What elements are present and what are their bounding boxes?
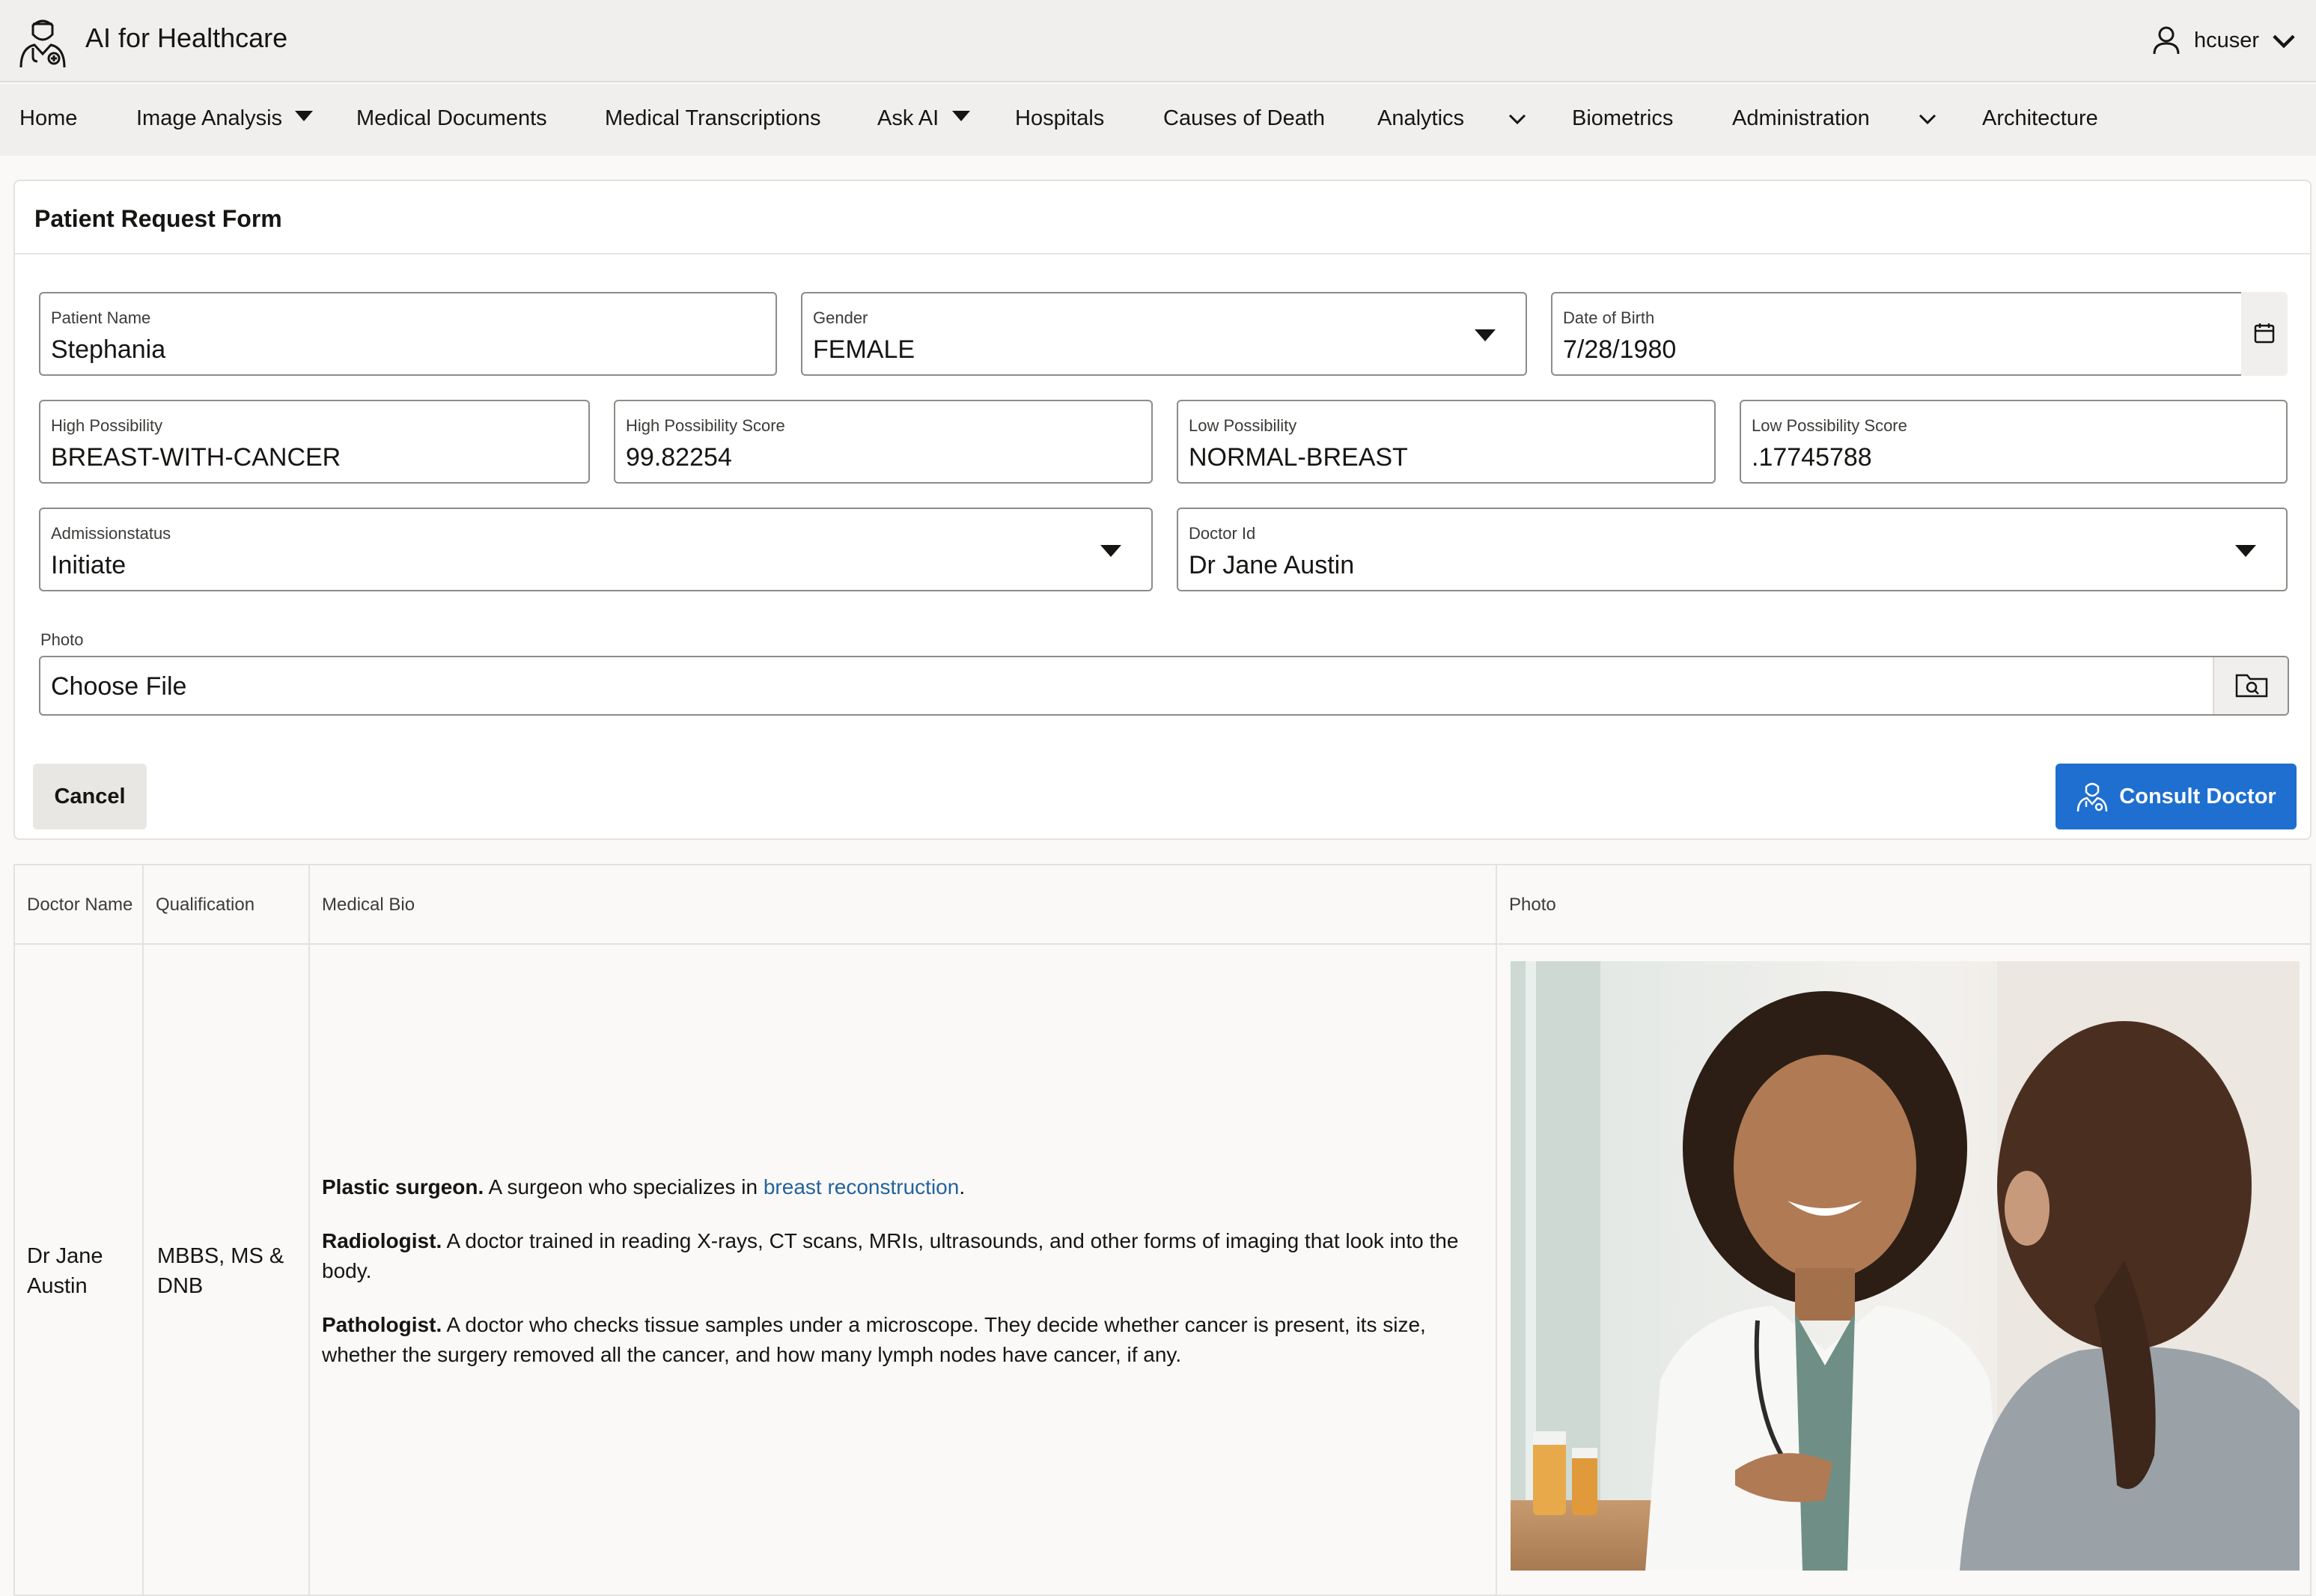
photo-label: Photo <box>40 630 84 649</box>
field-value: 99.82254 <box>626 443 732 472</box>
user-icon <box>2153 26 2180 55</box>
chevron-down-icon[interactable] <box>1508 109 1527 129</box>
divider <box>15 253 2310 255</box>
nav-causes-of-death[interactable]: Causes of Death <box>1163 106 1325 131</box>
column-header-photo[interactable]: Photo <box>1497 865 2310 945</box>
admission-status-select[interactable]: Admissionstatus Initiate <box>39 508 1153 591</box>
table-header: Doctor Name Qualification Medical Bio Ph… <box>15 865 2310 945</box>
photo-file-input[interactable]: Choose File <box>39 656 2289 716</box>
caret-down-icon <box>1100 545 1121 557</box>
form-title: Patient Request Form <box>34 205 282 232</box>
browse-file-button[interactable] <box>2213 657 2288 714</box>
low-possibility-score-field[interactable]: Low Possibility Score .17745788 <box>1740 400 2288 484</box>
doctor-photo <box>1511 961 2300 1571</box>
caret-down-icon[interactable] <box>952 111 970 121</box>
bio-paragraph: Pathologist. A doctor who checks tissue … <box>322 1310 1490 1370</box>
low-possibility-field[interactable]: Low Possibility NORMAL-BREAST <box>1177 400 1716 484</box>
bio-paragraph: Plastic surgeon. A surgeon who specializ… <box>322 1172 1490 1202</box>
field-value: Dr Jane Austin <box>1189 551 1355 579</box>
consult-doctor-label: Consult Doctor <box>2119 784 2276 808</box>
nav-biometrics[interactable]: Biometrics <box>1572 106 1673 131</box>
bio-text: . <box>959 1175 966 1198</box>
caret-down-icon[interactable] <box>295 111 313 121</box>
column-header-medical-bio[interactable]: Medical Bio <box>310 865 1496 945</box>
field-label: Gender <box>813 308 868 327</box>
high-possibility-score-field[interactable]: High Possibility Score 99.82254 <box>614 400 1153 484</box>
doctor-table: Doctor Name Qualification Medical Bio Ph… <box>13 864 2312 1596</box>
nav-home[interactable]: Home <box>19 106 77 131</box>
bio-text: A doctor trained in reading X-rays, CT s… <box>322 1229 1459 1282</box>
cell-doctor-name: Dr Jane Austin <box>27 1244 103 1298</box>
bio-link[interactable]: breast reconstruction <box>764 1175 959 1198</box>
field-value: Initiate <box>51 551 127 579</box>
field-value: Stephania <box>51 335 166 364</box>
field-label: Low Possibility <box>1189 416 1297 435</box>
chevron-down-icon[interactable] <box>1918 109 1937 129</box>
field-label: Patient Name <box>51 308 151 327</box>
bio-text: A doctor who checks tissue samples under… <box>322 1313 1426 1366</box>
main-nav: Home Image Analysis Medical Documents Me… <box>0 84 2316 156</box>
bio-title: Radiologist. <box>322 1229 442 1252</box>
file-placeholder: Choose File <box>51 672 187 701</box>
nav-architecture[interactable]: Architecture <box>1982 106 2098 131</box>
column-header-doctor-name[interactable]: Doctor Name <box>15 865 142 945</box>
user-name: hcuser <box>2193 28 2259 52</box>
gender-select[interactable]: Gender FEMALE <box>801 292 1527 376</box>
field-value: BREAST-WITH-CANCER <box>51 443 341 472</box>
doctor-icon <box>19 19 66 68</box>
app-title: AI for Healthcare <box>85 22 288 53</box>
consult-doctor-button[interactable]: Consult Doctor <box>2056 764 2297 829</box>
nav-analytics[interactable]: Analytics <box>1377 106 1464 131</box>
chevron-down-icon <box>2273 34 2295 49</box>
date-picker-button[interactable] <box>2241 292 2288 376</box>
high-possibility-field[interactable]: High Possibility BREAST-WITH-CANCER <box>39 400 590 484</box>
column-divider <box>142 865 144 1596</box>
bio-text: A surgeon who specializes in <box>484 1175 764 1198</box>
field-label: High Possibility <box>51 416 163 435</box>
bio-paragraph: Radiologist. A doctor trained in reading… <box>322 1226 1490 1286</box>
nav-hospitals[interactable]: Hospitals <box>1015 106 1104 131</box>
calendar-icon <box>2254 323 2275 344</box>
app-header: AI for Healthcare hcuser <box>0 0 2316 82</box>
column-header-qualification[interactable]: Qualification <box>144 865 308 945</box>
doctor-id-select[interactable]: Doctor Id Dr Jane Austin <box>1177 508 2288 591</box>
field-label: Admissionstatus <box>51 524 171 543</box>
field-label: Low Possibility Score <box>1752 416 1907 435</box>
caret-down-icon <box>1475 329 1496 341</box>
patient-request-form: Patient Request Form Patient Name Stepha… <box>13 180 2312 840</box>
field-value: FEMALE <box>813 335 915 364</box>
cell-medical-bio: Plastic surgeon. A surgeon who specializ… <box>322 1172 1490 1394</box>
user-menu[interactable]: hcuser <box>2152 25 2298 55</box>
patient-name-field[interactable]: Patient Name Stephania <box>39 292 777 376</box>
field-value: .17745788 <box>1752 443 1872 472</box>
nav-medical-transcriptions[interactable]: Medical Transcriptions <box>605 106 821 131</box>
nav-ask-ai[interactable]: Ask AI <box>877 106 939 131</box>
caret-down-icon <box>2235 545 2256 557</box>
field-value: 7/28/1980 <box>1563 335 1677 364</box>
bio-title: Plastic surgeon. <box>322 1175 484 1198</box>
doctor-icon <box>2077 782 2108 812</box>
bio-title: Pathologist. <box>322 1313 442 1336</box>
field-label: Date of Birth <box>1563 308 1655 327</box>
column-divider <box>1496 865 1497 1596</box>
cancel-button[interactable]: Cancel <box>33 764 147 829</box>
field-value: NORMAL-BREAST <box>1189 443 1408 472</box>
date-of-birth-field[interactable]: Date of Birth 7/28/1980 <box>1551 292 2243 376</box>
cell-qualification: MBBS, MS & DNB <box>157 1244 284 1298</box>
nav-administration[interactable]: Administration <box>1732 106 1870 131</box>
folder-search-icon <box>2235 674 2268 698</box>
field-label: Doctor Id <box>1189 524 1256 543</box>
field-label: High Possibility Score <box>626 416 785 435</box>
nav-medical-documents[interactable]: Medical Documents <box>356 106 547 131</box>
nav-image-analysis[interactable]: Image Analysis <box>136 106 282 131</box>
column-divider <box>308 865 310 1596</box>
